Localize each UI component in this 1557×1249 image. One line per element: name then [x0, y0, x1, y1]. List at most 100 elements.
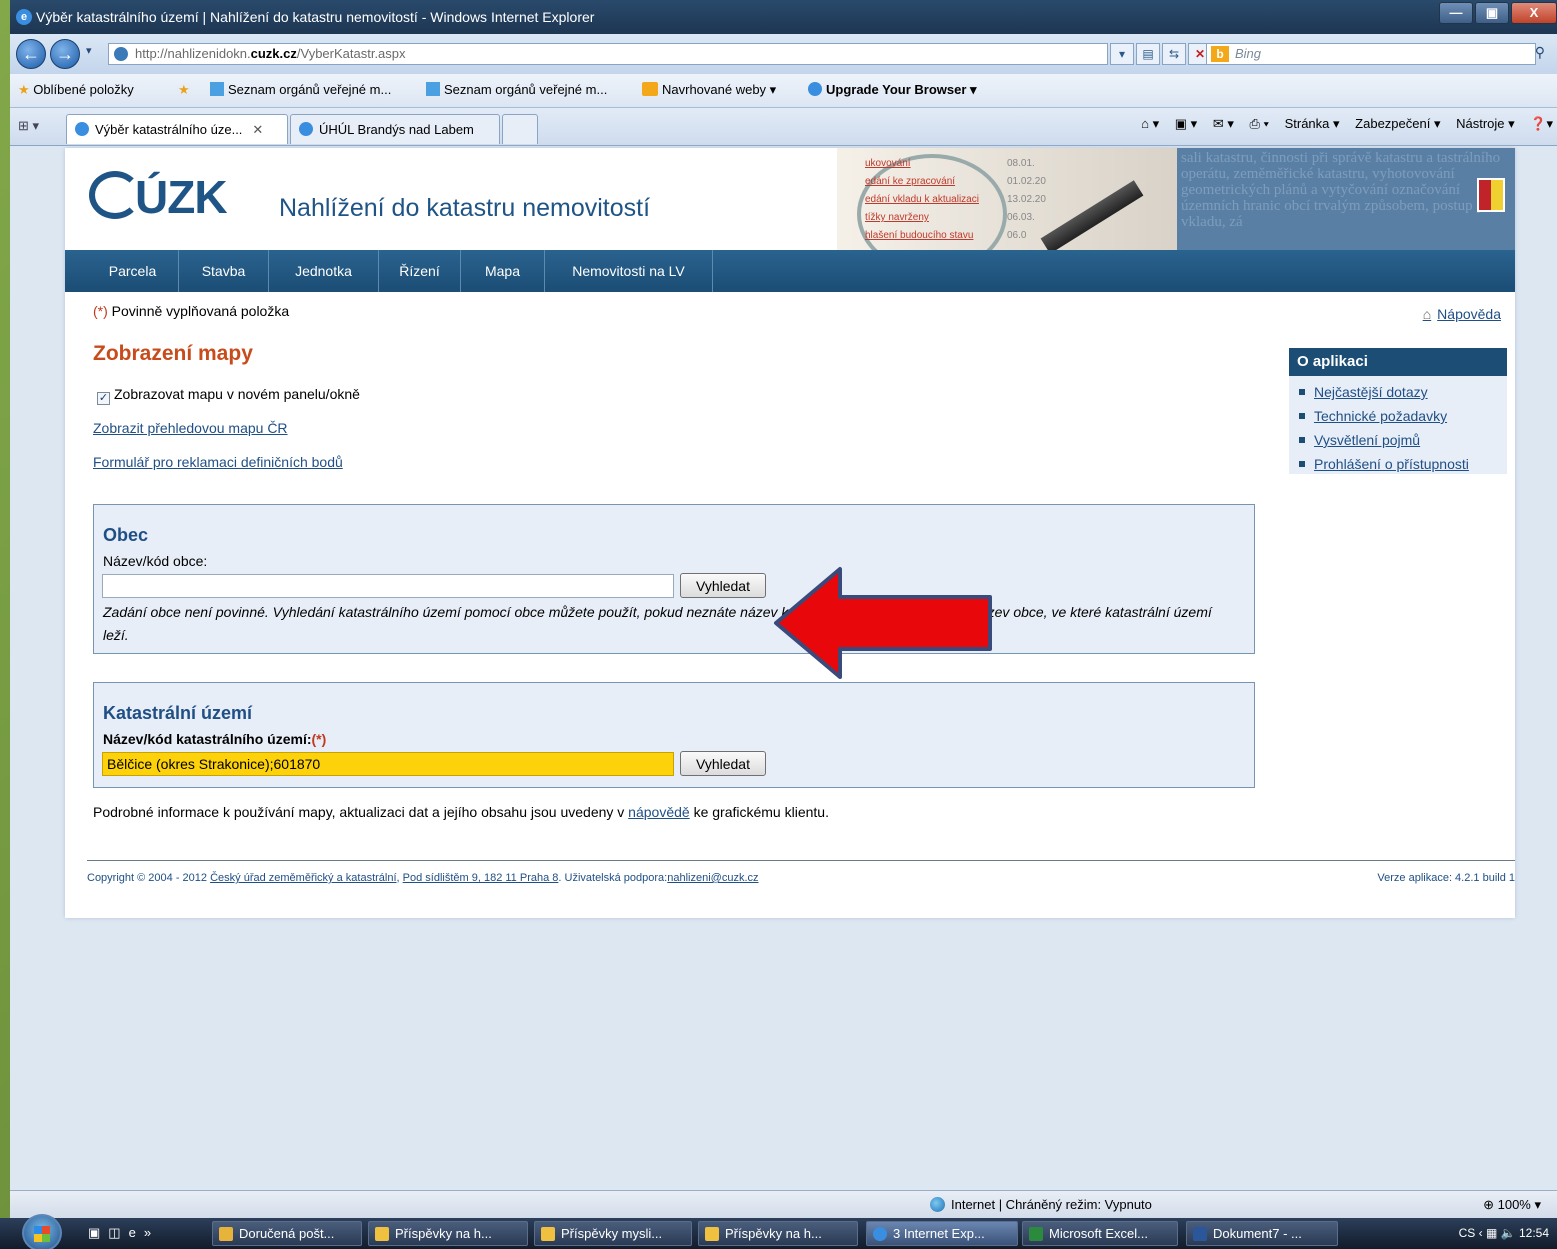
page-menu[interactable]: Stránka ▾: [1285, 116, 1340, 131]
globe-icon: [930, 1197, 945, 1212]
ie-icon[interactable]: e: [129, 1225, 144, 1240]
zoom-level[interactable]: ⊕ 100% ▾: [1483, 1197, 1541, 1213]
cuzk-logo[interactable]: ÚZK: [89, 170, 228, 224]
url-field[interactable]: http://nahlizenidokn.cuzk.cz/VyberKatast…: [108, 43, 1108, 65]
complaint-form-link[interactable]: Formulář pro reklamaci definičních bodů: [93, 454, 343, 470]
refresh-icon[interactable]: ⇆: [1162, 43, 1186, 65]
app-title: Nahlížení do katastru nemovitostí: [279, 194, 651, 222]
favorites-button[interactable]: ★ Oblíbené položky: [18, 82, 134, 98]
close-button[interactable]: X: [1511, 2, 1557, 24]
add-favorite-icon[interactable]: ★: [178, 82, 190, 98]
network-icon[interactable]: ▦: [1486, 1226, 1497, 1240]
favorite-link-1[interactable]: Seznam orgánů veřejné m...: [210, 82, 391, 97]
suggested-sites-icon: [642, 82, 658, 96]
sidebar-item-accessibility[interactable]: Prohlášení o přístupnosti: [1299, 452, 1507, 476]
compatibility-view-icon[interactable]: ▤: [1136, 43, 1160, 65]
folder-icon: [541, 1227, 555, 1241]
overview-map-link[interactable]: Zobrazit přehledovou mapu ČR: [93, 420, 288, 436]
title-bar: e Výběr katastrálního území | Nahlížení …: [10, 0, 1557, 34]
taskbar-item-ie[interactable]: 3 Internet Exp...: [866, 1221, 1018, 1246]
word-icon: [1193, 1227, 1207, 1241]
address-link[interactable]: Pod sídlištěm 9, 182 11 Praha 8: [403, 872, 559, 884]
history-dropdown-icon[interactable]: ▾: [86, 44, 92, 57]
upgrade-browser[interactable]: Upgrade Your Browser ▾: [808, 82, 977, 98]
taskbar: ▣◫e» Doručená pošt... Příspěvky na h... …: [0, 1214, 1557, 1249]
help-icon[interactable]: ❓▾: [1530, 116, 1553, 131]
url-prefix: http://nahlizenidokn.: [135, 46, 251, 61]
quick-tabs-icon[interactable]: ⊞ ▾: [18, 118, 39, 134]
org-link[interactable]: Český úřad zeměměřický a katastrální: [210, 872, 396, 884]
menu-mapa[interactable]: Mapa: [461, 250, 545, 292]
window-controls: — ▣ X: [1439, 2, 1557, 24]
katastr-title: Katastrální území: [103, 703, 253, 723]
taskbar-item-word[interactable]: Dokument7 - ...: [1186, 1221, 1338, 1246]
info-text: Podrobné informace k používání mapy, akt…: [93, 804, 829, 820]
katastr-search-button[interactable]: Vyhledat: [680, 751, 766, 776]
folder-icon: [375, 1227, 389, 1241]
start-button[interactable]: [22, 1214, 62, 1249]
show-desktop-icon[interactable]: ▣: [88, 1225, 108, 1240]
red-arrow-annotation: [774, 567, 992, 679]
obec-search-button[interactable]: Vyhledat: [680, 573, 766, 598]
tray-expand-icon[interactable]: ‹: [1479, 1226, 1486, 1240]
menu-parcela[interactable]: Parcela: [87, 250, 179, 292]
taskbar-item-1[interactable]: Příspěvky na h...: [368, 1221, 528, 1246]
required-note: (*) Povinně vyplňovaná položka: [93, 303, 290, 319]
ie-icon: [873, 1227, 887, 1241]
sidebar-item-faq[interactable]: Nejčastější dotazy: [1299, 380, 1507, 404]
print-icon[interactable]: ⎙ ▾: [1249, 116, 1268, 131]
url-dropdown-icon[interactable]: ▾: [1110, 43, 1134, 65]
favorite-link-2[interactable]: Seznam orgánů veřejné m...: [426, 82, 607, 97]
forward-icon[interactable]: →: [50, 39, 80, 69]
new-window-checkbox[interactable]: ✓ Zobrazovat mapu v novém panelu/okně: [97, 386, 360, 405]
tab-active[interactable]: Výběr katastrálního úze... ✕: [66, 114, 288, 144]
tab-inactive[interactable]: ÚHÚL Brandýs nad Labem: [290, 114, 500, 144]
window-title: Výběr katastrálního území | Nahlížení do…: [36, 9, 595, 25]
minimize-button[interactable]: —: [1439, 2, 1473, 24]
feeds-icon[interactable]: ▣ ▾: [1175, 116, 1197, 131]
obec-input[interactable]: [102, 574, 674, 598]
page-icon: [426, 82, 440, 96]
zoom-icon: ⊕: [1483, 1197, 1498, 1212]
security-menu[interactable]: Zabezpečení ▾: [1355, 116, 1440, 131]
taskbar-item-excel[interactable]: Microsoft Excel...: [1022, 1221, 1178, 1246]
menu-jednotka[interactable]: Jednotka: [269, 250, 379, 292]
home-icon[interactable]: ⌂ ▾: [1141, 116, 1159, 131]
outlook-icon: [219, 1227, 233, 1241]
volume-icon[interactable]: 🔈: [1501, 1226, 1516, 1240]
clock[interactable]: 12:54: [1519, 1226, 1549, 1240]
new-tab-button[interactable]: [502, 114, 538, 144]
obec-title: Obec: [103, 525, 149, 545]
maximize-button[interactable]: ▣: [1475, 2, 1509, 24]
required-marker: (*): [93, 303, 108, 319]
folder-icon: [705, 1227, 719, 1241]
obec-label: Název/kód obce:: [103, 553, 208, 569]
taskbar-item-2[interactable]: Příspěvky mysli...: [534, 1221, 692, 1246]
checkbox-checked-icon[interactable]: ✓: [97, 392, 110, 405]
sidebar-item-requirements[interactable]: Technické požadavky: [1299, 404, 1507, 428]
state-emblem-icon: [1477, 178, 1505, 212]
security-zone[interactable]: Internet | Chráněný režim: Vypnuto: [930, 1197, 1152, 1212]
tools-menu[interactable]: Nástroje ▾: [1456, 116, 1515, 131]
switch-windows-icon[interactable]: ◫: [108, 1225, 128, 1240]
menu-stavba[interactable]: Stavba: [179, 250, 269, 292]
language-indicator[interactable]: CS: [1459, 1226, 1476, 1240]
sidebar-title: O aplikaci: [1289, 348, 1507, 376]
sidebar-item-glossary[interactable]: Vysvětlení pojmů: [1299, 428, 1507, 452]
help-inline-link[interactable]: nápovědě: [628, 804, 690, 820]
back-icon[interactable]: ←: [16, 39, 46, 69]
mail-icon[interactable]: ✉ ▾: [1213, 116, 1234, 131]
magnifier-handle: [1040, 180, 1144, 250]
taskbar-item-outlook[interactable]: Doručená pošt...: [212, 1221, 362, 1246]
suggested-sites[interactable]: Navrhované weby ▾: [642, 82, 776, 98]
close-tab-icon[interactable]: ✕: [252, 122, 263, 137]
search-icon[interactable]: ⚲: [1535, 44, 1545, 61]
menu-rizeni[interactable]: Řízení: [379, 250, 461, 292]
support-email-link[interactable]: nahlizeni@cuzk.cz: [667, 872, 758, 884]
taskbar-item-3[interactable]: Příspěvky na h...: [698, 1221, 858, 1246]
search-input[interactable]: b Bing: [1206, 43, 1536, 65]
help-link[interactable]: ⌂ Nápověda: [1423, 306, 1501, 322]
katastr-input[interactable]: [102, 752, 674, 776]
obec-panel: Obec Název/kód obce: Vyhledat Zadání obc…: [93, 504, 1255, 654]
menu-nemovitosti-na-lv[interactable]: Nemovitosti na LV: [545, 250, 713, 292]
